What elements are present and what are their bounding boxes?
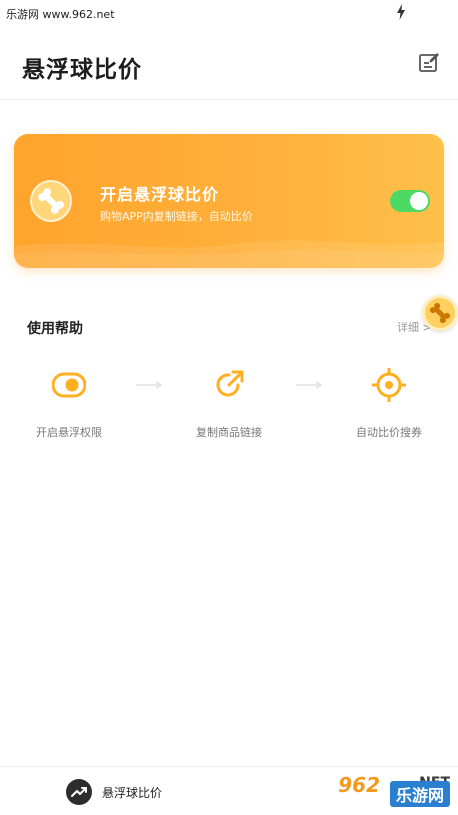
step-label: 复制商品链接 — [196, 426, 262, 439]
step-arrow-icon — [296, 381, 323, 389]
flash-icon — [397, 4, 405, 20]
card-subtitle: 购物APP内复制链接，自动比价 — [100, 210, 253, 223]
watermark-top: 乐游网 www.962.net — [4, 6, 117, 22]
watermark-site: 乐游网 — [389, 781, 450, 807]
step-label: 自动比价搜券 — [356, 426, 422, 439]
watermark-logo: 962 .NET 乐游网 — [304, 771, 454, 811]
step-arrow-icon — [136, 381, 163, 389]
edit-icon[interactable] — [418, 52, 440, 74]
bone-icon — [429, 302, 451, 324]
floating-ball-button[interactable] — [422, 295, 458, 331]
step-auto-compare: 自动比价搜券 — [329, 368, 449, 440]
header: 悬浮球比价 — [0, 26, 458, 100]
help-title: 使用帮助 — [27, 321, 83, 337]
nav-tab-label: 悬浮球比价 — [102, 786, 163, 800]
bottom-nav: 悬浮球比价 962 .NET 乐游网 — [0, 766, 458, 815]
card-wave-decoration — [14, 240, 444, 268]
page-title: 悬浮球比价 — [22, 57, 142, 83]
float-ball-card: 开启悬浮球比价 购物APP内复制链接，自动比价 — [14, 134, 444, 268]
float-ball-toggle[interactable] — [390, 190, 430, 212]
trend-icon — [66, 779, 92, 805]
target-icon — [372, 368, 406, 402]
card-title: 开启悬浮球比价 — [100, 185, 220, 204]
step-label: 开启悬浮权限 — [36, 426, 102, 439]
watermark-number: 962 — [338, 773, 380, 797]
toggle-knob — [410, 192, 428, 210]
bone-icon — [30, 180, 72, 222]
status-bar: 乐游网 www.962.net — [0, 0, 458, 26]
step-enable-permission: 开启悬浮权限 — [9, 368, 129, 440]
step-copy-link: 复制商品链接 — [169, 368, 289, 440]
share-arrow-icon — [216, 370, 244, 397]
toggle-icon — [52, 372, 86, 398]
